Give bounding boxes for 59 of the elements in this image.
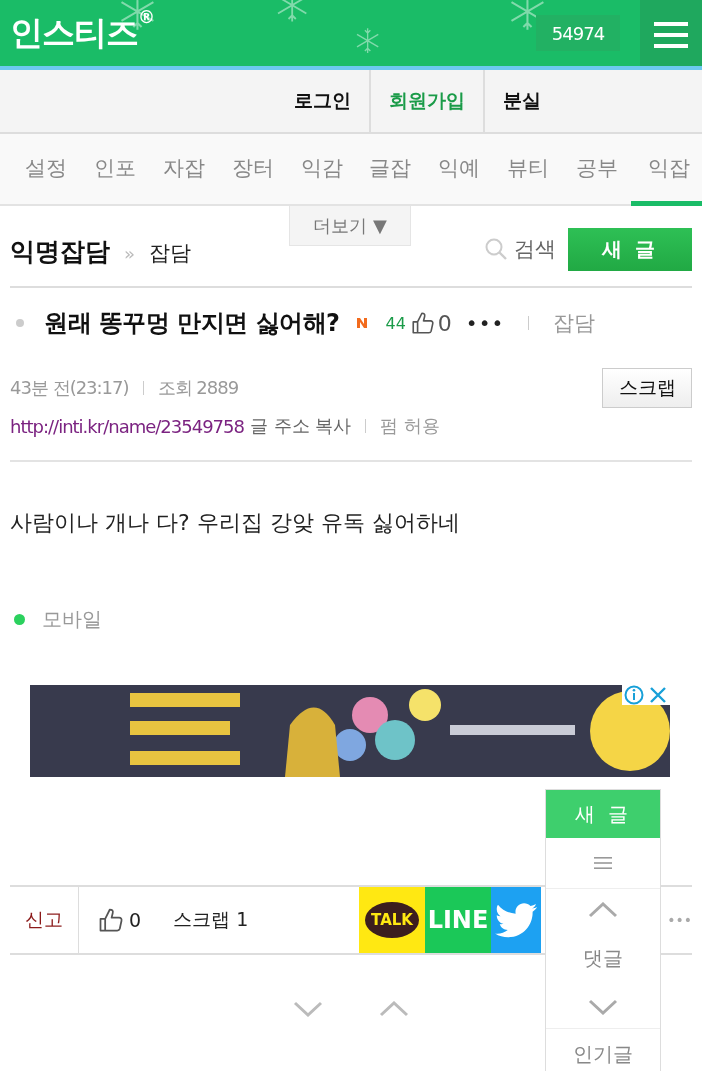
post-body: 사람이나 개나 다? 우리집 강앚 유독 싫어하네 — [10, 509, 461, 537]
thumbs-up-icon[interactable] — [97, 906, 125, 934]
scrap-count[interactable]: 스크랩 1 — [173, 907, 249, 933]
like-count: 0 — [437, 310, 452, 336]
category-tab[interactable]: 자잡 — [149, 134, 219, 206]
new-post-button[interactable]: 새 글 — [546, 790, 660, 838]
thumbs-up-icon — [409, 310, 436, 336]
category-tab[interactable]: 글잡 — [356, 134, 425, 206]
menu-button[interactable] — [640, 0, 702, 66]
close-icon[interactable] — [648, 685, 668, 705]
view-count: 조회 2889 — [157, 376, 239, 400]
more-dropdown[interactable]: 더보기 ▼ — [289, 206, 411, 246]
post-source: 모바일 — [42, 606, 102, 633]
board-subcategory[interactable]: 잡담 — [149, 238, 191, 267]
post-category[interactable]: 잡담 — [553, 309, 596, 337]
category-tab[interactable]: 뷰티 — [493, 134, 563, 206]
category-tab[interactable]: 익잡 — [631, 134, 702, 206]
info-icon[interactable] — [624, 685, 644, 705]
more-menu[interactable]: ••• — [465, 311, 505, 335]
bird-icon — [495, 902, 537, 938]
chevron-down-icon[interactable] — [293, 1001, 323, 1017]
new-post-button[interactable]: 새 글 — [568, 227, 692, 271]
more-menu[interactable]: ••• — [667, 912, 692, 928]
scrap-button[interactable]: 스크랩 — [602, 368, 692, 408]
post-title: 원래 똥꾸멍 만지면 싫어해? — [44, 308, 340, 339]
account-link[interactable]: 로그인 — [275, 70, 369, 132]
chevron-down-icon[interactable] — [588, 998, 618, 1015]
category-tab[interactable]: 인포 — [80, 134, 150, 206]
chevron-up-icon[interactable] — [588, 902, 618, 919]
menu-icon — [654, 22, 688, 48]
comments-link[interactable]: 댓글 — [583, 945, 623, 972]
report-link[interactable]: 신고 — [10, 887, 79, 953]
list-icon[interactable] — [594, 856, 612, 869]
category-tab[interactable]: 익감 — [287, 134, 356, 206]
breadcrumb-separator: » — [124, 242, 135, 264]
bullet-dot — [16, 319, 24, 327]
comment-count[interactable]: 44 — [385, 313, 406, 333]
visitor-counter: 54974 — [536, 15, 620, 51]
like-count: 0 — [129, 909, 142, 931]
twitter-share-button[interactable] — [491, 887, 541, 953]
popular-link[interactable]: 인기글 — [573, 1040, 633, 1068]
new-icon — [355, 317, 368, 329]
kakao-share-button[interactable]: TALK — [359, 887, 425, 953]
category-tab[interactable]: 익예 — [424, 134, 494, 206]
permission-label: 펌 허용 — [380, 414, 441, 438]
post-url[interactable]: http://inti.kr/name/23549758 — [10, 415, 244, 437]
category-tab[interactable]: 설정 — [12, 134, 81, 206]
category-tab[interactable]: 공부 — [562, 134, 632, 206]
search-link[interactable]: 검색 — [484, 235, 556, 263]
account-link[interactable]: 회원가입 — [368, 70, 483, 132]
category-tab[interactable]: 장터 — [218, 134, 288, 206]
account-link[interactable]: 분실 — [482, 70, 559, 132]
chevron-up-icon[interactable] — [379, 1001, 409, 1017]
post-time: 43분 전(23:17) — [10, 376, 129, 400]
copy-link[interactable]: 글 주소 복사 — [249, 414, 352, 438]
board-title[interactable]: 익명잡담 — [10, 234, 110, 268]
search-icon — [484, 237, 508, 261]
logo[interactable]: 인스티즈$^{®}$ — [10, 10, 154, 56]
line-share-button[interactable]: LINE — [425, 887, 491, 953]
